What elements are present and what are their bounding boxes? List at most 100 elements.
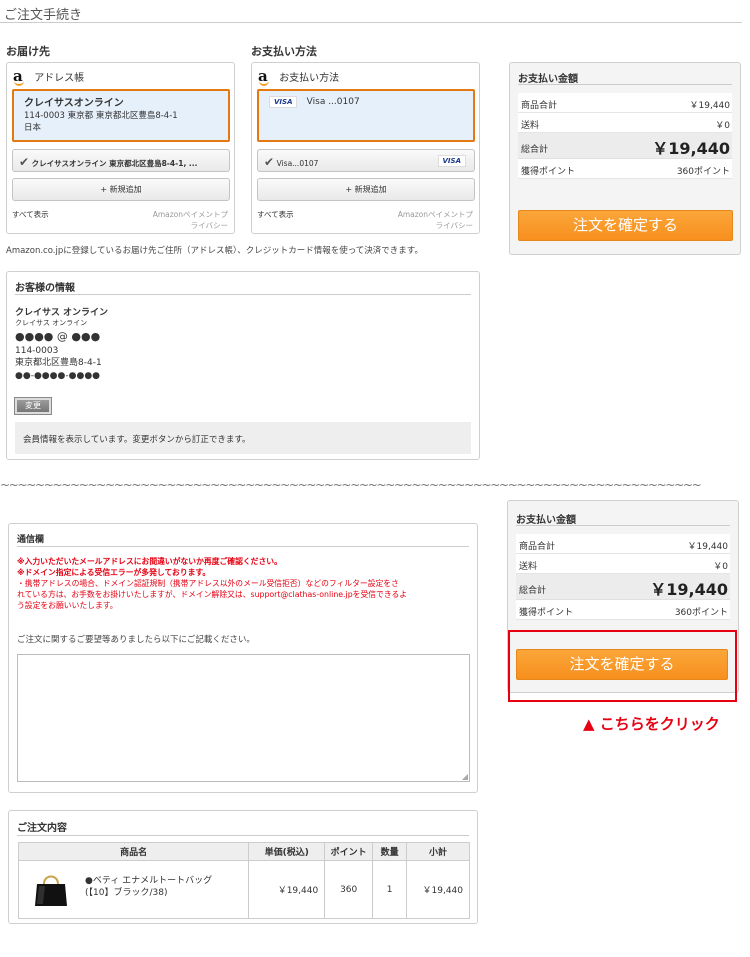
order-title: ご注文内容 (17, 823, 67, 834)
shipping-row: 送料 ￥0 (518, 113, 732, 133)
address-list-item-label: クレイサスオンライン 東京都北区豊島8-4-1, ... (31, 159, 198, 168)
subtotal-label: 商品合計 (521, 101, 558, 111)
product-name[interactable]: ●ベティ エナメルトートバッグ (【10】ブラック/38) (85, 875, 212, 899)
resize-handle-icon[interactable]: ◢ (462, 772, 468, 781)
privacy-link[interactable]: Amazonペイメントプ ライバシー (398, 209, 473, 231)
message-warnings: ※入力いただいたメールアドレスにお間違いがないか再度ご確認ください。 ※ドメイン… (17, 556, 407, 611)
privacy-link-line1: Amazonペイメントプ (152, 210, 228, 219)
payment-widget-header: a お支払い方法 (258, 67, 340, 86)
order-title-rule (17, 835, 469, 836)
points-value: 360ポイント (676, 167, 730, 177)
col-unit-price: 単価(税込) (248, 842, 326, 861)
payment-widget-title: お支払い方法 (279, 73, 340, 84)
customer-name: クレイサス オンライン (15, 308, 108, 318)
warning-mobile-line3: う設定をお願いいたします。 (17, 601, 118, 610)
customer-info-note-text: 会員情報を表示しています。変更ボタンから訂正できます。 (23, 435, 251, 445)
summary-title-rule (516, 525, 730, 526)
section-divider: ~~~~~~~~~~~~~~~~~~~~~~~~~~~~~~~~~~~~~~~~… (0, 478, 702, 492)
amazon-payment-note: Amazon.co.jpに登録しているお届け先ご住所（アドレス帳）、クレジットカ… (6, 246, 423, 256)
privacy-link-line2: ライバシー (190, 221, 228, 230)
order-table-header: 商品名 単価(税込) ポイント 数量 小計 (17, 842, 470, 861)
checkmark-icon: ✔ (264, 155, 275, 169)
selected-address-name: クレイサスオンライン (24, 98, 124, 109)
payment-section-label: お支払い方法 (251, 45, 317, 58)
payment-method-widget: a お支払い方法 VISA Visa ...0107 ✔ Visa...0107… (251, 62, 480, 234)
points-label: 獲得ポイント (519, 608, 574, 618)
card-list-item[interactable]: ✔ Visa...0107 VISA (257, 149, 475, 172)
points-row: 獲得ポイント 360ポイント (518, 159, 732, 179)
click-here-callout: ▲ こちらをクリック (583, 715, 720, 733)
warning-domain: ※ドメイン指定による受信エラーが多発しております。 (17, 568, 211, 577)
subtotal-row: 商品合計 ￥19,440 (516, 534, 730, 554)
order-table: 商品名 単価(税込) ポイント 数量 小計 ●ベティ エナメルトートバッグ (【… (17, 842, 470, 919)
show-all-addresses-link[interactable]: すべて表示 (12, 209, 49, 220)
customer-details: クレイサス オンライン クレイサス オンライン ●●●● @ ●●● 114-0… (15, 307, 108, 382)
summary-title: お支払い金額 (516, 515, 576, 526)
message-panel: 通信欄 ※入力いただいたメールアドレスにお間違いがないか再度ご確認ください。 ※… (8, 523, 478, 793)
subtotal-label: 商品合計 (519, 542, 556, 552)
total-row: 総合計 ￥19,440 (516, 574, 730, 600)
selected-card[interactable]: VISA Visa ...0107 (257, 89, 475, 142)
total-value: ￥19,440 (650, 580, 728, 599)
subtotal-row: 商品合計 ￥19,440 (518, 93, 732, 113)
unit-price-cell: ￥19,440 (248, 860, 326, 919)
quantity-cell: 1 (372, 860, 408, 919)
customer-zip: 114-0003 (15, 346, 59, 356)
col-quantity: 数量 (372, 842, 408, 861)
points-value: 360ポイント (674, 608, 728, 618)
visa-logo-icon: VISA (269, 96, 298, 108)
col-points: ポイント (324, 842, 374, 861)
address-book-title: アドレス帳 (34, 73, 85, 84)
visa-logo-icon: VISA (437, 155, 466, 167)
page-title: ご注文手続き (4, 8, 83, 23)
shipping-row: 送料 ￥0 (516, 554, 730, 574)
subtotal-value: ￥19,440 (687, 542, 729, 552)
privacy-link[interactable]: Amazonペイメントプ ライバシー (153, 209, 228, 231)
warning-email: ※入力いただいたメールアドレスにお間違いがないか再度ご確認ください。 (17, 557, 282, 566)
product-name-line1: ●ベティ エナメルトートバッグ (85, 876, 213, 886)
selected-address-card[interactable]: クレイサスオンライン 114-0003 東京都 東京都北区豊島8-4-1 日本 (12, 89, 230, 142)
selected-address-country: 日本 (24, 123, 42, 133)
message-textarea[interactable]: ◢ (17, 654, 470, 782)
privacy-link-line2: ライバシー (435, 221, 473, 230)
selected-card-label: Visa ...0107 (306, 97, 360, 107)
total-label: 総合計 (519, 586, 547, 596)
warning-mobile-line1: ・携帯アドレスの場合、ドメイン認証規制（携帯アドレス以外のメール受信拒否）などの… (17, 579, 399, 588)
confirm-order-button[interactable]: 注文を確定する (516, 649, 728, 680)
show-all-cards-link[interactable]: すべて表示 (257, 209, 294, 220)
customer-name-kana: クレイサス オンライン (15, 319, 88, 327)
address-book-widget: a アドレス帳 クレイサスオンライン 114-0003 東京都 東京都北区豊島8… (6, 62, 235, 234)
selected-address-line: 114-0003 東京都 東京都北区豊島8-4-1 (24, 111, 178, 121)
message-prompt: ご注文に関するご要望等ありましたら以下にご記載ください。 (17, 635, 255, 645)
customer-email: ●●●● @ ●●● (15, 330, 101, 343)
confirm-order-button[interactable]: 注文を確定する (518, 210, 733, 241)
delivery-section-label: お届け先 (6, 45, 50, 58)
change-button[interactable]: 変更 (14, 397, 52, 415)
address-book-header: a アドレス帳 (13, 67, 85, 86)
points-cell: 360 (324, 860, 374, 919)
product-cell: ●ベティ エナメルトートバッグ (【10】ブラック/38) (17, 860, 250, 919)
customer-info-note: 会員情報を表示しています。変更ボタンから訂正できます。 (15, 422, 471, 454)
total-label: 総合計 (521, 145, 549, 155)
summary-title-rule (518, 84, 732, 85)
order-contents-panel: ご注文内容 商品名 単価(税込) ポイント 数量 小計 ●ベティ エナメルトート… (8, 810, 478, 924)
points-row: 獲得ポイント 360ポイント (516, 600, 730, 620)
customer-address: 東京都北区豊島8-4-1 (15, 358, 102, 368)
total-row: 総合計 ￥19,440 (518, 133, 732, 159)
points-label: 獲得ポイント (521, 167, 576, 177)
handbag-image[interactable] (31, 870, 71, 910)
total-value: ￥19,440 (652, 139, 730, 158)
col-subtotal: 小計 (406, 842, 470, 861)
customer-info-panel: お客様の情報 クレイサス オンライン クレイサス オンライン ●●●● @ ●●… (6, 271, 480, 460)
table-row: ●ベティ エナメルトートバッグ (【10】ブラック/38) ￥19,440 36… (17, 860, 470, 919)
shipping-value: ￥0 (713, 562, 728, 572)
subtotal-cell: ￥19,440 (406, 860, 470, 919)
summary-title: お支払い金額 (518, 74, 578, 85)
shipping-value: ￥0 (715, 121, 730, 131)
add-address-button[interactable]: + 新規追加 (12, 178, 230, 201)
add-card-button[interactable]: + 新規追加 (257, 178, 475, 201)
address-list-item[interactable]: ✔ クレイサスオンライン 東京都北区豊島8-4-1, ... (12, 149, 230, 172)
customer-info-title: お客様の情報 (15, 283, 75, 294)
message-title: 通信欄 (17, 535, 45, 545)
amazon-logo-icon: a (258, 67, 270, 86)
